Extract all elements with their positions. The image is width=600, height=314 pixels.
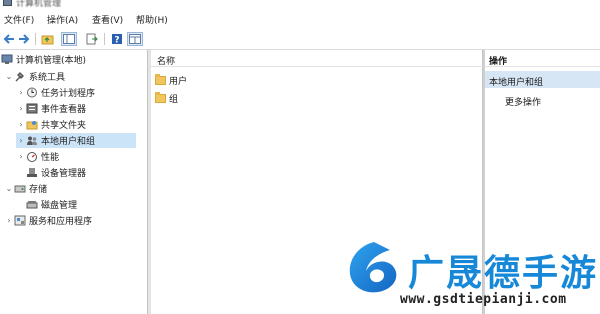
menu-file[interactable]: 文件(F) xyxy=(4,13,34,26)
computer-management-icon xyxy=(1,54,13,65)
chevron-right-icon[interactable]: › xyxy=(16,120,26,129)
tree-item-storage[interactable]: ⌄ 存储 xyxy=(4,181,47,196)
app-icon xyxy=(3,0,12,6)
more-actions-link[interactable]: 更多操作 xyxy=(505,95,541,108)
export-icon[interactable] xyxy=(85,32,99,46)
system-tools-icon xyxy=(14,71,26,82)
toolbar: ? xyxy=(0,28,600,50)
tree-item-event-viewer[interactable]: › 事件查看器 xyxy=(16,101,86,116)
menu-view[interactable]: 查看(V) xyxy=(92,13,123,26)
list-item-groups[interactable]: 组 xyxy=(155,91,178,106)
chevron-right-icon[interactable]: › xyxy=(16,136,26,145)
back-icon[interactable] xyxy=(2,32,16,46)
disk-management-icon xyxy=(26,199,38,210)
device-manager-icon xyxy=(26,167,38,178)
tree-item-disk-management[interactable]: 磁盘管理 xyxy=(26,197,77,212)
shared-folders-icon xyxy=(26,119,38,130)
local-users-groups-icon xyxy=(26,135,38,146)
list-item-label: 用户 xyxy=(169,77,188,87)
tree-item-performance[interactable]: › 性能 xyxy=(16,149,59,164)
services-apps-icon xyxy=(14,215,26,226)
list-item-users[interactable]: 用户 xyxy=(155,73,187,88)
watermark-text: 广晟德手游 xyxy=(408,253,599,294)
tree-item-task-scheduler[interactable]: › 任务计划程序 xyxy=(16,85,95,100)
menu-bar: 文件(F) 操作(A) 查看(V) 帮助(H) xyxy=(0,10,600,28)
actions-header: 操作 xyxy=(485,50,600,67)
event-viewer-icon xyxy=(26,103,38,114)
tree-item-device-manager[interactable]: 设备管理器 xyxy=(26,165,86,180)
up-folder-icon[interactable] xyxy=(40,32,54,46)
chevron-right-icon[interactable]: › xyxy=(16,104,26,113)
navigation-tree: 计算机管理(本地) ⌄ 系统工具 › 任务计划程序 › 事件查看器 › 共享文件… xyxy=(0,50,148,314)
chevron-down-icon[interactable]: ⌄ xyxy=(4,184,14,193)
column-header-name[interactable]: 名称 xyxy=(151,50,483,67)
title-bar: 计算机管理 xyxy=(0,0,600,10)
folder-icon xyxy=(155,74,166,85)
tree-item-system-tools[interactable]: ⌄ 系统工具 xyxy=(4,69,65,84)
chevron-right-icon[interactable]: › xyxy=(16,88,26,97)
chevron-right-icon[interactable]: › xyxy=(16,152,26,161)
tree-item-local-users-groups[interactable]: › 本地用户和组 xyxy=(16,133,136,148)
performance-icon xyxy=(26,151,38,162)
forward-icon[interactable] xyxy=(17,32,31,46)
task-scheduler-icon xyxy=(26,87,38,98)
storage-icon xyxy=(14,183,26,194)
watermark-logo-icon xyxy=(349,242,397,293)
list-item-label: 组 xyxy=(169,95,179,105)
window-title: 计算机管理 xyxy=(16,0,62,9)
svg-text:?: ? xyxy=(114,36,119,46)
tree-item-computer-management[interactable]: 计算机管理(本地) xyxy=(1,52,86,67)
tree-item-services-apps[interactable]: › 服务和应用程序 xyxy=(4,213,92,228)
tree-item-shared-folders[interactable]: › 共享文件夹 xyxy=(16,117,86,132)
properties-icon[interactable] xyxy=(127,32,143,46)
menu-help[interactable]: 帮助(H) xyxy=(136,13,168,26)
help-icon[interactable]: ? xyxy=(110,32,124,46)
menu-action[interactable]: 操作(A) xyxy=(47,13,78,26)
chevron-down-icon[interactable]: ⌄ xyxy=(4,72,14,81)
watermark-url: www.gsdtiepianji.com xyxy=(400,292,567,307)
chevron-right-icon[interactable]: › xyxy=(4,216,14,225)
action-group-local-users-groups[interactable]: 本地用户和组 xyxy=(485,71,600,88)
folder-icon xyxy=(155,92,166,103)
watermark: 广晟德手游 www.gsdtiepianji.com xyxy=(338,236,600,314)
show-hide-tree-icon[interactable] xyxy=(61,32,77,46)
